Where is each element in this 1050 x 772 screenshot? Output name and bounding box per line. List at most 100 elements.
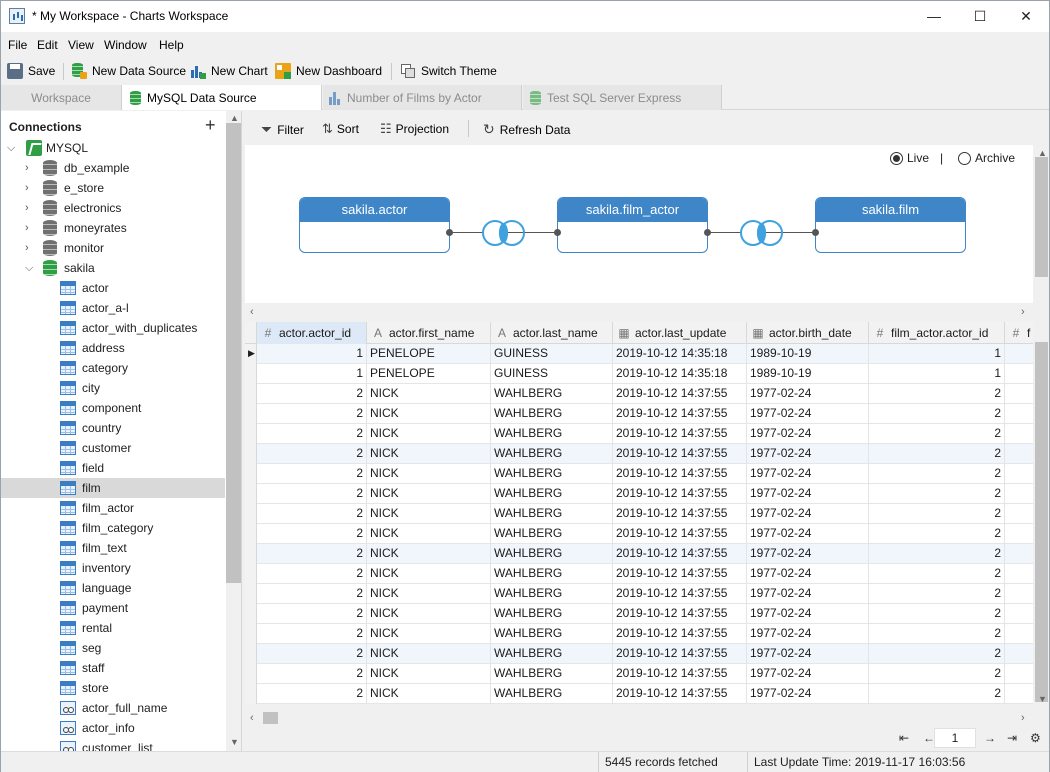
column-header[interactable]: Aactor.last_name [491, 322, 613, 344]
chevron-right-icon[interactable]: › [25, 202, 29, 214]
scroll-left-icon[interactable]: ‹ [250, 306, 254, 318]
scroll-down-icon[interactable]: ▼ [1038, 694, 1047, 704]
table-cell[interactable]: NICK [367, 464, 491, 484]
table-cell[interactable]: WAHLBERG [491, 584, 613, 604]
tree-item-database[interactable]: › moneyrates [1, 218, 225, 238]
table-row[interactable]: 2 NICK WAHLBERG 2019-10-12 14:37:55 1977-02-… [245, 384, 1033, 404]
table-cell[interactable]: WAHLBERG [491, 484, 613, 504]
table-cell[interactable]: 1977-02-24 [747, 424, 869, 444]
table-cell[interactable] [1005, 464, 1033, 484]
filter-button[interactable]: ⏷ Filter [261, 121, 304, 138]
table-cell[interactable]: 1977-02-24 [747, 564, 869, 584]
table-row[interactable]: 2 NICK WAHLBERG 2019-10-12 14:37:55 1977-02-… [245, 504, 1033, 524]
scroll-up-icon[interactable]: ▲ [230, 113, 239, 123]
table-cell[interactable]: 2019-10-12 14:37:55 [613, 464, 747, 484]
table-cell[interactable]: 2019-10-12 14:37:55 [613, 524, 747, 544]
table-row[interactable]: 1 PENELOPE GUINESS 2019-10-12 14:35:18 1989-… [245, 364, 1033, 384]
sort-button[interactable]: ⇅ Sort [322, 121, 359, 137]
tree-item-table[interactable]: film [1, 478, 225, 498]
table-cell[interactable]: 1977-02-24 [747, 444, 869, 464]
table-cell[interactable]: 2 [257, 524, 367, 544]
table-cell[interactable]: NICK [367, 544, 491, 564]
table-cell[interactable]: PENELOPE [367, 364, 491, 384]
node-sakila-film-actor[interactable]: sakila.film_actor [557, 197, 708, 253]
table-cell[interactable]: 2 [257, 464, 367, 484]
table-row[interactable]: 2 NICK WAHLBERG 2019-10-12 14:37:55 1977-02-… [245, 664, 1033, 684]
table-cell[interactable]: NICK [367, 624, 491, 644]
table-cell[interactable]: 1977-02-24 [747, 384, 869, 404]
table-cell[interactable]: 2 [869, 684, 1005, 704]
table-cell[interactable] [1005, 584, 1033, 604]
table-cell[interactable]: 2019-10-12 14:37:55 [613, 644, 747, 664]
row-indicator[interactable] [245, 524, 257, 544]
tree-item-table[interactable]: film_category [1, 518, 225, 538]
table-cell[interactable]: WAHLBERG [491, 524, 613, 544]
table-cell[interactable] [1005, 504, 1033, 524]
tree-item-table[interactable]: actor_with_duplicates [1, 318, 225, 338]
save-button[interactable]: Save [7, 62, 55, 80]
table-cell[interactable]: 2 [257, 624, 367, 644]
inner-join-icon[interactable] [482, 220, 526, 246]
switch-theme-button[interactable]: Switch Theme [400, 62, 497, 80]
table-cell[interactable]: 2 [869, 384, 1005, 404]
grid-scrollbar-thumb[interactable] [1035, 342, 1048, 702]
tree-item-table[interactable]: inventory [1, 558, 225, 578]
table-cell[interactable]: 1977-02-24 [747, 504, 869, 524]
node-sakila-actor[interactable]: sakila.actor [299, 197, 450, 253]
add-connection-button[interactable]: + [205, 115, 216, 136]
table-cell[interactable]: WAHLBERG [491, 544, 613, 564]
table-cell[interactable]: WAHLBERG [491, 464, 613, 484]
tree-item-table[interactable]: rental [1, 618, 225, 638]
last-page-icon[interactable]: ⇥ [1007, 731, 1017, 745]
table-cell[interactable]: 2 [257, 504, 367, 524]
table-cell[interactable]: GUINESS [491, 364, 613, 384]
table-cell[interactable]: 1 [257, 344, 367, 364]
table-cell[interactable] [1005, 664, 1033, 684]
table-cell[interactable] [1005, 364, 1033, 384]
table-row[interactable]: 2 NICK WAHLBERG 2019-10-12 14:37:55 1977-02-… [245, 624, 1033, 644]
table-row[interactable]: 2 NICK WAHLBERG 2019-10-12 14:37:55 1977-02-… [245, 584, 1033, 604]
scroll-left-icon[interactable]: ‹ [250, 712, 254, 724]
tree-item-table[interactable]: field [1, 458, 225, 478]
menu-edit[interactable]: Edit [37, 38, 58, 52]
row-indicator[interactable] [245, 564, 257, 584]
table-cell[interactable]: 2 [257, 644, 367, 664]
table-cell[interactable] [1005, 484, 1033, 504]
left-scrollbar-thumb[interactable] [226, 123, 241, 583]
tab-test-sql-server[interactable]: Test SQL Server Express [523, 85, 722, 110]
tab-workspace[interactable]: Workspace [1, 85, 122, 110]
table-cell[interactable] [1005, 424, 1033, 444]
archive-radio[interactable]: Archive [958, 151, 1015, 165]
column-header[interactable]: # f [1005, 322, 1033, 344]
table-cell[interactable]: 2 [869, 444, 1005, 464]
chevron-right-icon[interactable]: › [25, 242, 29, 254]
table-cell[interactable]: 2 [257, 684, 367, 704]
tree-item-table[interactable]: customer [1, 438, 225, 458]
tree-item-table[interactable]: store [1, 678, 225, 698]
table-cell[interactable] [1005, 404, 1033, 424]
table-cell[interactable]: 2 [869, 624, 1005, 644]
first-page-icon[interactable]: ⇤ [899, 731, 909, 745]
tree-item-database[interactable]: › db_example [1, 158, 225, 178]
table-cell[interactable]: 1977-02-24 [747, 624, 869, 644]
table-cell[interactable]: 2 [869, 564, 1005, 584]
table-cell[interactable]: WAHLBERG [491, 664, 613, 684]
table-cell[interactable]: 1977-02-24 [747, 604, 869, 624]
table-cell[interactable]: NICK [367, 404, 491, 424]
column-header[interactable]: ▦ actor.last_update [613, 322, 747, 344]
tree-item-table[interactable]: film_text [1, 538, 225, 558]
table-cell[interactable]: NICK [367, 684, 491, 704]
table-cell[interactable]: NICK [367, 604, 491, 624]
tree-item-database[interactable]: › electronics [1, 198, 225, 218]
table-cell[interactable]: WAHLBERG [491, 504, 613, 524]
row-indicator[interactable] [245, 364, 257, 384]
tree-item-table[interactable]: city [1, 378, 225, 398]
scroll-right-icon[interactable]: › [1021, 306, 1025, 318]
table-cell[interactable]: 1977-02-24 [747, 464, 869, 484]
table-cell[interactable]: 2019-10-12 14:37:55 [613, 684, 747, 704]
tree-item-database[interactable]: › monitor [1, 238, 225, 258]
table-cell[interactable]: 2 [257, 444, 367, 464]
table-cell[interactable]: 1977-02-24 [747, 684, 869, 704]
next-page-icon[interactable]: → [984, 731, 996, 745]
tree-item-table[interactable]: address [1, 338, 225, 358]
